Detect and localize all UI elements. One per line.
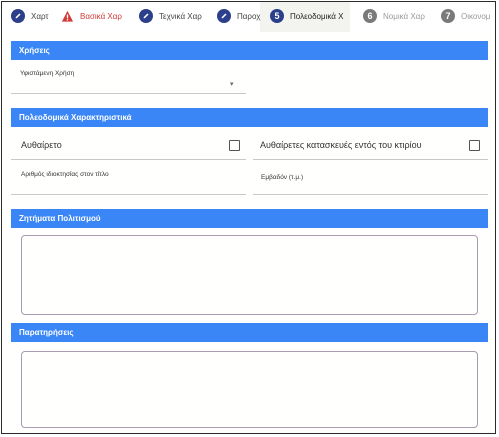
remarks-section-header: Παρατηρήσεις	[11, 323, 488, 342]
culture-textarea[interactable]	[21, 235, 478, 315]
unauthorized-label: Αυθαίρετο	[21, 140, 62, 150]
input-underline	[11, 194, 246, 195]
step-label: Πολεοδομικά Χ	[290, 11, 344, 21]
step-2[interactable]: Βασικά Χαρ	[60, 6, 122, 26]
chevron-down-icon: ▾	[230, 81, 234, 88]
remarks-textarea[interactable]	[21, 351, 478, 428]
culture-section-header: Ζητήματα Πολιτισμού	[11, 209, 488, 228]
existing-use-label: Υφιστάμενη Χρήση	[20, 70, 75, 77]
step-7[interactable]: 7 Οικονομ	[441, 6, 490, 26]
step-number-badge: 6	[363, 9, 377, 23]
uses-section-header: Χρήσεις	[11, 41, 488, 60]
step-number-badge: 7	[441, 9, 455, 23]
input-underline	[253, 194, 488, 195]
warning-icon	[60, 9, 74, 23]
unauthorized-inside-label: Αυθαίρετες κατασκευές εντός του κτιρίου	[260, 140, 422, 150]
step-label: Χαρτ	[31, 11, 49, 21]
pencil-icon	[139, 9, 153, 23]
step-label: Βασικά Χαρ	[80, 11, 122, 21]
wizard-stepper: Χαρτ Βασικά Χαρ Τεχνικά Χαρ Παροχ 5 Πολε…	[2, 2, 495, 32]
step-number-badge: 5	[270, 9, 284, 23]
ownership-number-input[interactable]	[11, 178, 246, 195]
form-window: Χαρτ Βασικά Χαρ Τεχνικά Χαρ Παροχ 5 Πολε…	[1, 1, 496, 434]
pencil-icon	[11, 9, 25, 23]
pencil-icon	[217, 9, 231, 23]
step-label: Οικονομ	[461, 11, 491, 21]
unauthorized-inside-checkbox[interactable]	[469, 140, 480, 151]
urban-section-header: Πολεοδομικά Χαρακτηριστικά	[11, 108, 488, 127]
select-underline	[11, 93, 246, 94]
unauthorized-checkbox[interactable]	[229, 140, 240, 151]
step-1[interactable]: Χαρτ	[11, 6, 49, 26]
step-label: Παροχ	[237, 11, 261, 21]
step-label: Τεχνικά Χαρ	[159, 11, 202, 21]
step-label: Νομικά Χαρ	[383, 11, 425, 21]
step-3[interactable]: Τεχνικά Χαρ	[139, 6, 202, 26]
divider	[253, 159, 488, 160]
step-5[interactable]: 5 Πολεοδομικά Χ	[270, 6, 343, 26]
ownership-number-label: Αριθμός ιδιοκτησίας στον τίτλο	[21, 171, 109, 178]
existing-use-select[interactable]: ▾	[11, 78, 246, 94]
divider	[11, 159, 246, 160]
step-6[interactable]: 6 Νομικά Χαρ	[363, 6, 425, 26]
area-input[interactable]	[253, 180, 488, 195]
step-4[interactable]: Παροχ	[217, 6, 260, 26]
